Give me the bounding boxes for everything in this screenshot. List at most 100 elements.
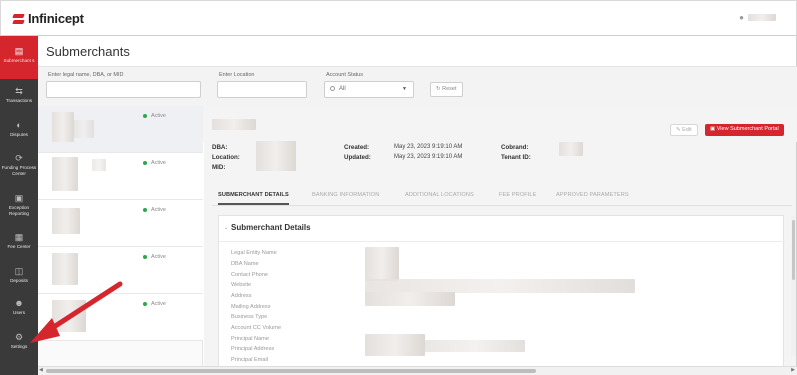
updated-label: Updated:	[344, 154, 371, 161]
reset-icon: ↻	[436, 86, 441, 92]
portal-icon: ▣	[710, 126, 716, 132]
detail-scrollbar[interactable]	[791, 216, 796, 356]
updated-value: May 23, 2023 9:19:10 AM	[394, 154, 463, 160]
brand-name: Infinicept	[28, 11, 84, 26]
page-title: Submerchants	[46, 44, 130, 59]
tab-additional-locations[interactable]: ADDITIONAL LOCATIONS	[405, 192, 474, 198]
main-content: Submerchants Enter legal name, DBA, or M…	[38, 36, 797, 375]
created-value: May 23, 2023 9:19:10 AM	[394, 144, 463, 150]
redacted-text	[92, 159, 106, 171]
brand-mark-icon	[13, 13, 25, 25]
redacted-thumbnail	[52, 300, 86, 332]
redacted-thumbnail	[52, 208, 80, 234]
storefront-icon: ▤	[14, 46, 24, 56]
status-circle-icon	[330, 86, 335, 91]
sidebar-item-label: Exception Reporting	[8, 205, 30, 216]
active-dot-icon	[143, 113, 147, 118]
sidebar-item-exception-reporting[interactable]: ▣ Exception Reporting	[0, 193, 38, 225]
scroll-thumb[interactable]	[46, 369, 536, 373]
submerchant-detail: ✎ Edit ▣ View Submerchant Portal DBA: Lo…	[204, 106, 796, 369]
fee-icon: ▦	[14, 232, 24, 242]
users-icon: ☻	[14, 298, 24, 308]
field-label: Account CC Volume	[231, 325, 282, 331]
dba-label: DBA:	[212, 144, 228, 151]
brand-logo[interactable]: Infinicept	[13, 11, 84, 26]
list-item[interactable]: Active	[38, 153, 203, 200]
divider	[219, 241, 785, 242]
sidebar-item-label: Submerchant s	[3, 58, 35, 63]
sidebar-item-settings[interactable]: ⚙ Settings	[0, 332, 38, 358]
user-icon: ●	[739, 13, 744, 22]
detail-tabs: SUBMERCHANT DETAILS BANKING INFORMATION …	[212, 188, 792, 206]
sidebar-item-label: Transactions	[5, 98, 33, 103]
field-label: DBA Name	[231, 261, 259, 267]
account-status-label: Account Status	[326, 72, 363, 78]
user-menu[interactable]: ●	[739, 13, 776, 22]
redacted-dba-values	[256, 141, 296, 171]
status-badge: Active	[143, 207, 166, 213]
location-input[interactable]	[217, 81, 307, 98]
status-badge: Active	[143, 301, 166, 307]
sidebar-item-disputes[interactable]: ◐ Disputes	[0, 120, 38, 146]
submerchant-list: Active Active Active Active Active	[38, 106, 203, 369]
user-name-redacted	[748, 14, 776, 21]
field-label: Website	[231, 282, 252, 288]
redacted-thumbnail	[52, 112, 74, 142]
tab-submerchant-details[interactable]: SUBMERCHANT DETAILS	[218, 192, 289, 205]
sidebar-item-submerchants[interactable]: ▤ Submerchant s	[0, 36, 38, 79]
sidebar: ▤ Submerchant s ⇆ Transactions ◐ Dispute…	[0, 36, 38, 375]
redacted-field-values	[365, 334, 425, 356]
gear-icon: ⚙	[14, 332, 24, 342]
list-item[interactable]: Active	[38, 200, 203, 247]
reset-label: Reset	[442, 86, 457, 92]
redacted-merchant-name	[212, 119, 256, 130]
list-item[interactable]: Active	[38, 106, 203, 153]
view-submerchant-portal-button[interactable]: ▣ View Submerchant Portal	[705, 124, 784, 136]
sidebar-item-fee-center[interactable]: ▦ Fee Center	[0, 232, 38, 258]
cobrand-label: Cobrand:	[501, 144, 529, 151]
list-item[interactable]: Active	[38, 247, 203, 294]
redacted-field-values	[425, 340, 525, 352]
redacted-field-values	[365, 279, 635, 293]
search-input[interactable]	[46, 81, 201, 98]
dispute-icon: ◐	[16, 120, 22, 130]
sidebar-item-label: Deposits	[10, 278, 28, 283]
field-label: Principal Name	[231, 336, 269, 342]
account-status-select[interactable]: All ▼	[324, 81, 414, 98]
reset-button[interactable]: ↻ Reset	[430, 82, 463, 97]
collapse-caret-icon[interactable]: ⌄	[224, 225, 228, 231]
edit-button[interactable]: ✎ Edit	[670, 124, 698, 136]
sidebar-item-label: Fee Center	[7, 244, 31, 249]
tenant-id-label: Tenant ID:	[501, 154, 531, 161]
scroll-right-icon[interactable]: ▶	[791, 367, 795, 373]
top-bar: Infinicept ●	[0, 0, 797, 36]
report-icon: ▣	[14, 193, 24, 203]
sidebar-item-funding-process-center[interactable]: ⟳ Funding Process Center	[0, 153, 38, 187]
sidebar-item-label: Settings	[10, 344, 28, 349]
section-title: Submerchant Details	[231, 223, 311, 232]
tab-banking-information[interactable]: BANKING INFORMATION	[312, 192, 379, 198]
tab-fee-profile[interactable]: FEE PROFILE	[499, 192, 536, 198]
status-badge: Active	[143, 113, 166, 119]
horizontal-scrollbar[interactable]: ◀ ▶	[38, 366, 797, 375]
sidebar-item-transactions[interactable]: ⇆ Transactions	[0, 86, 38, 112]
scroll-left-icon[interactable]: ◀	[39, 367, 43, 373]
tab-approved-parameters[interactable]: APPROVED PARAMETERS	[556, 192, 629, 198]
sidebar-item-deposits[interactable]: ◫ Deposits	[0, 266, 38, 292]
list-item[interactable]: Active	[38, 294, 203, 341]
redacted-field-values	[365, 247, 399, 281]
sidebar-item-users[interactable]: ☻ Users	[0, 298, 38, 324]
field-label: Principal Email	[231, 357, 268, 363]
refresh-cycle-icon: ⟳	[15, 153, 23, 163]
field-label: Mailing Address	[231, 304, 271, 310]
field-label: Address	[231, 293, 252, 299]
status-badge: Active	[143, 160, 166, 166]
redacted-field-values	[365, 292, 455, 306]
field-label: Legal Entity Name	[231, 250, 277, 256]
mid-label: MID:	[212, 164, 226, 171]
active-dot-icon	[143, 160, 147, 165]
arrows-exchange-icon: ⇆	[15, 86, 23, 96]
location-label: Location:	[212, 154, 240, 161]
active-dot-icon	[143, 301, 147, 306]
location-label: Enter Location	[219, 72, 255, 78]
